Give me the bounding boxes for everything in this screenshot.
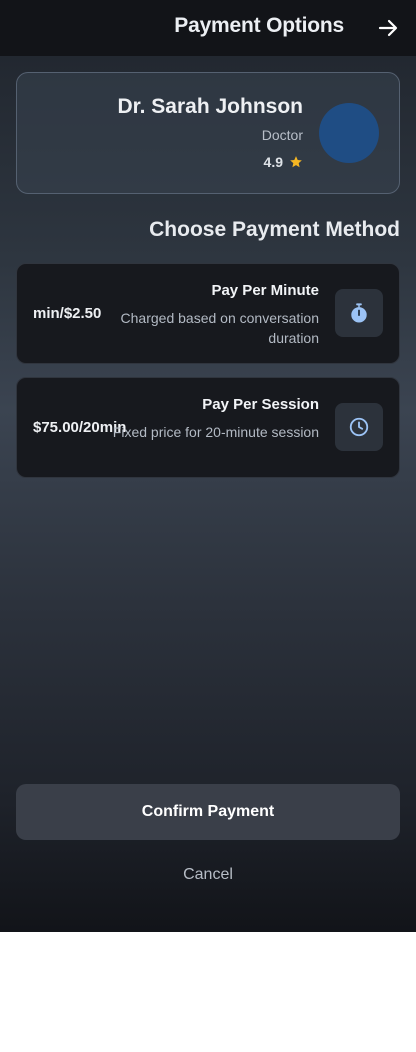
avatar <box>319 103 379 163</box>
confirm-payment-button[interactable]: Confirm Payment <box>16 784 400 840</box>
option-price: min/$2.50 <box>33 305 102 322</box>
option-description: Charged based on conversation duration <box>120 310 319 346</box>
star-icon <box>290 156 302 168</box>
stopwatch-icon <box>351 303 367 323</box>
option-icon-box <box>335 289 383 337</box>
clock-icon <box>349 417 369 437</box>
doctor-role: Doctor <box>261 127 303 143</box>
payment-options-screen: Payment Options Dr. Sarah Johnson Doctor… <box>0 0 416 932</box>
arrow-right-icon[interactable] <box>376 16 400 40</box>
doctor-name: Dr. Sarah Johnson <box>117 95 303 118</box>
payment-option-per-minute[interactable]: min/$2.50 Pay Per Minute Charged based o… <box>16 263 400 364</box>
option-title: Pay Per Minute <box>211 282 319 299</box>
section-title: Choose Payment Method <box>149 218 400 241</box>
option-icon-box <box>335 403 383 451</box>
page-title: Payment Options <box>174 14 344 37</box>
cancel-button[interactable]: Cancel <box>16 858 400 892</box>
doctor-rating: 4.9 <box>264 154 303 170</box>
rating-value: 4.9 <box>263 154 283 170</box>
doctor-profile-card: Dr. Sarah Johnson Doctor 4.9 <box>16 72 400 194</box>
option-title: Pay Per Session <box>202 396 319 413</box>
payment-option-per-session[interactable]: $75.00/20min Pay Per Session Fixed price… <box>16 377 400 478</box>
option-description: Fixed price for 20-minute session <box>112 424 319 440</box>
header-bar: Payment Options <box>0 0 416 56</box>
